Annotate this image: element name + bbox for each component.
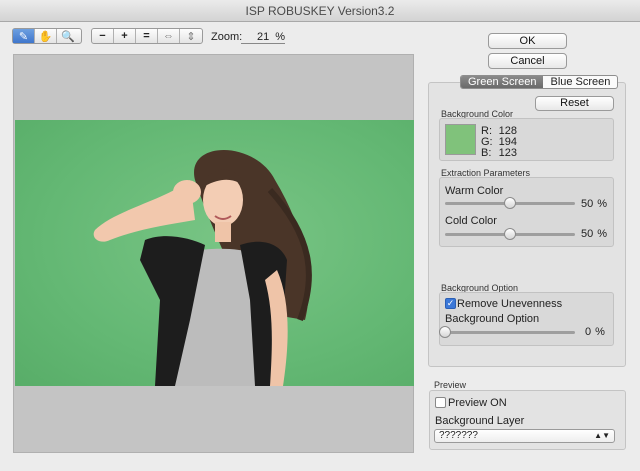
warm-color-unit: % bbox=[597, 198, 608, 210]
background-layer-label: Background Layer bbox=[435, 415, 525, 427]
background-option-slider-label: Background Option bbox=[445, 313, 540, 325]
remove-unevenness-label: Remove Unevenness bbox=[457, 298, 563, 310]
background-layer-value: ??????? bbox=[439, 430, 478, 441]
background-option-unit: % bbox=[595, 326, 605, 338]
window-title: ISP ROBUSKEY Version3.2 bbox=[0, 0, 640, 22]
zoom-out-icon[interactable]: − bbox=[92, 29, 114, 43]
warm-color-value: 50 bbox=[581, 198, 594, 210]
hand-tool-icon[interactable]: ✋ bbox=[35, 29, 57, 43]
ok-button[interactable]: OK bbox=[488, 33, 567, 49]
background-option-value: 0 bbox=[585, 326, 592, 338]
tab-green-screen[interactable]: Green Screen bbox=[461, 76, 544, 88]
background-option-slider-knob[interactable] bbox=[439, 326, 451, 338]
cold-color-label: Cold Color bbox=[445, 215, 497, 227]
fit-width-icon[interactable]: ⇔ bbox=[158, 29, 180, 43]
preview-on-checkbox[interactable] bbox=[435, 397, 446, 408]
cold-color-readout: 50 % bbox=[581, 228, 607, 240]
color-swatch[interactable] bbox=[445, 124, 476, 155]
b-value: 123 bbox=[498, 147, 517, 159]
cold-color-value: 50 bbox=[581, 228, 594, 240]
screen-type-tabs: Green Screen Blue Screen bbox=[460, 75, 619, 89]
chevron-up-down-icon: ▲▼ bbox=[594, 431, 610, 440]
warm-color-label: Warm Color bbox=[445, 185, 504, 197]
zoom-value: 21 bbox=[256, 31, 270, 43]
pen-tool-icon[interactable]: ✎ bbox=[13, 29, 35, 43]
preview-on-label: Preview ON bbox=[448, 397, 507, 409]
tool-selector: ✎ ✋ 🔍 bbox=[12, 28, 82, 44]
zoom-field[interactable]: 21 % bbox=[241, 31, 285, 44]
cancel-button[interactable]: Cancel bbox=[488, 53, 567, 69]
b-label: B: bbox=[481, 147, 492, 159]
background-layer-select[interactable]: ??????? ▲▼ bbox=[434, 429, 615, 443]
zoom-label: Zoom: bbox=[211, 31, 243, 43]
cold-color-unit: % bbox=[597, 228, 608, 240]
cold-color-slider-knob[interactable] bbox=[504, 228, 516, 240]
zoom-controls: − + = ⇔ ⇕ bbox=[91, 28, 203, 44]
model-illustration bbox=[93, 150, 312, 386]
subject-photo bbox=[15, 120, 414, 386]
warm-color-readout: 50 % bbox=[581, 198, 607, 210]
background-option-slider[interactable] bbox=[445, 331, 575, 334]
fit-height-icon[interactable]: ⇕ bbox=[180, 29, 202, 43]
remove-unevenness-checkbox[interactable]: ✓ bbox=[445, 298, 456, 309]
preview-section-label: Preview bbox=[434, 380, 467, 390]
background-option-readout: 0 % bbox=[585, 326, 605, 338]
preview-canvas[interactable] bbox=[13, 54, 414, 453]
tab-blue-screen[interactable]: Blue Screen bbox=[543, 76, 617, 88]
reset-button[interactable]: Reset bbox=[535, 96, 614, 111]
warm-color-slider-knob[interactable] bbox=[504, 197, 516, 209]
zoom-unit: % bbox=[275, 31, 285, 43]
zoom-in-icon[interactable]: + bbox=[114, 29, 136, 43]
zoom-tool-icon[interactable]: 🔍 bbox=[57, 29, 79, 43]
actual-size-icon[interactable]: = bbox=[136, 29, 158, 43]
rgb-readout: R: 128 G: 194 B: 123 bbox=[481, 126, 517, 159]
